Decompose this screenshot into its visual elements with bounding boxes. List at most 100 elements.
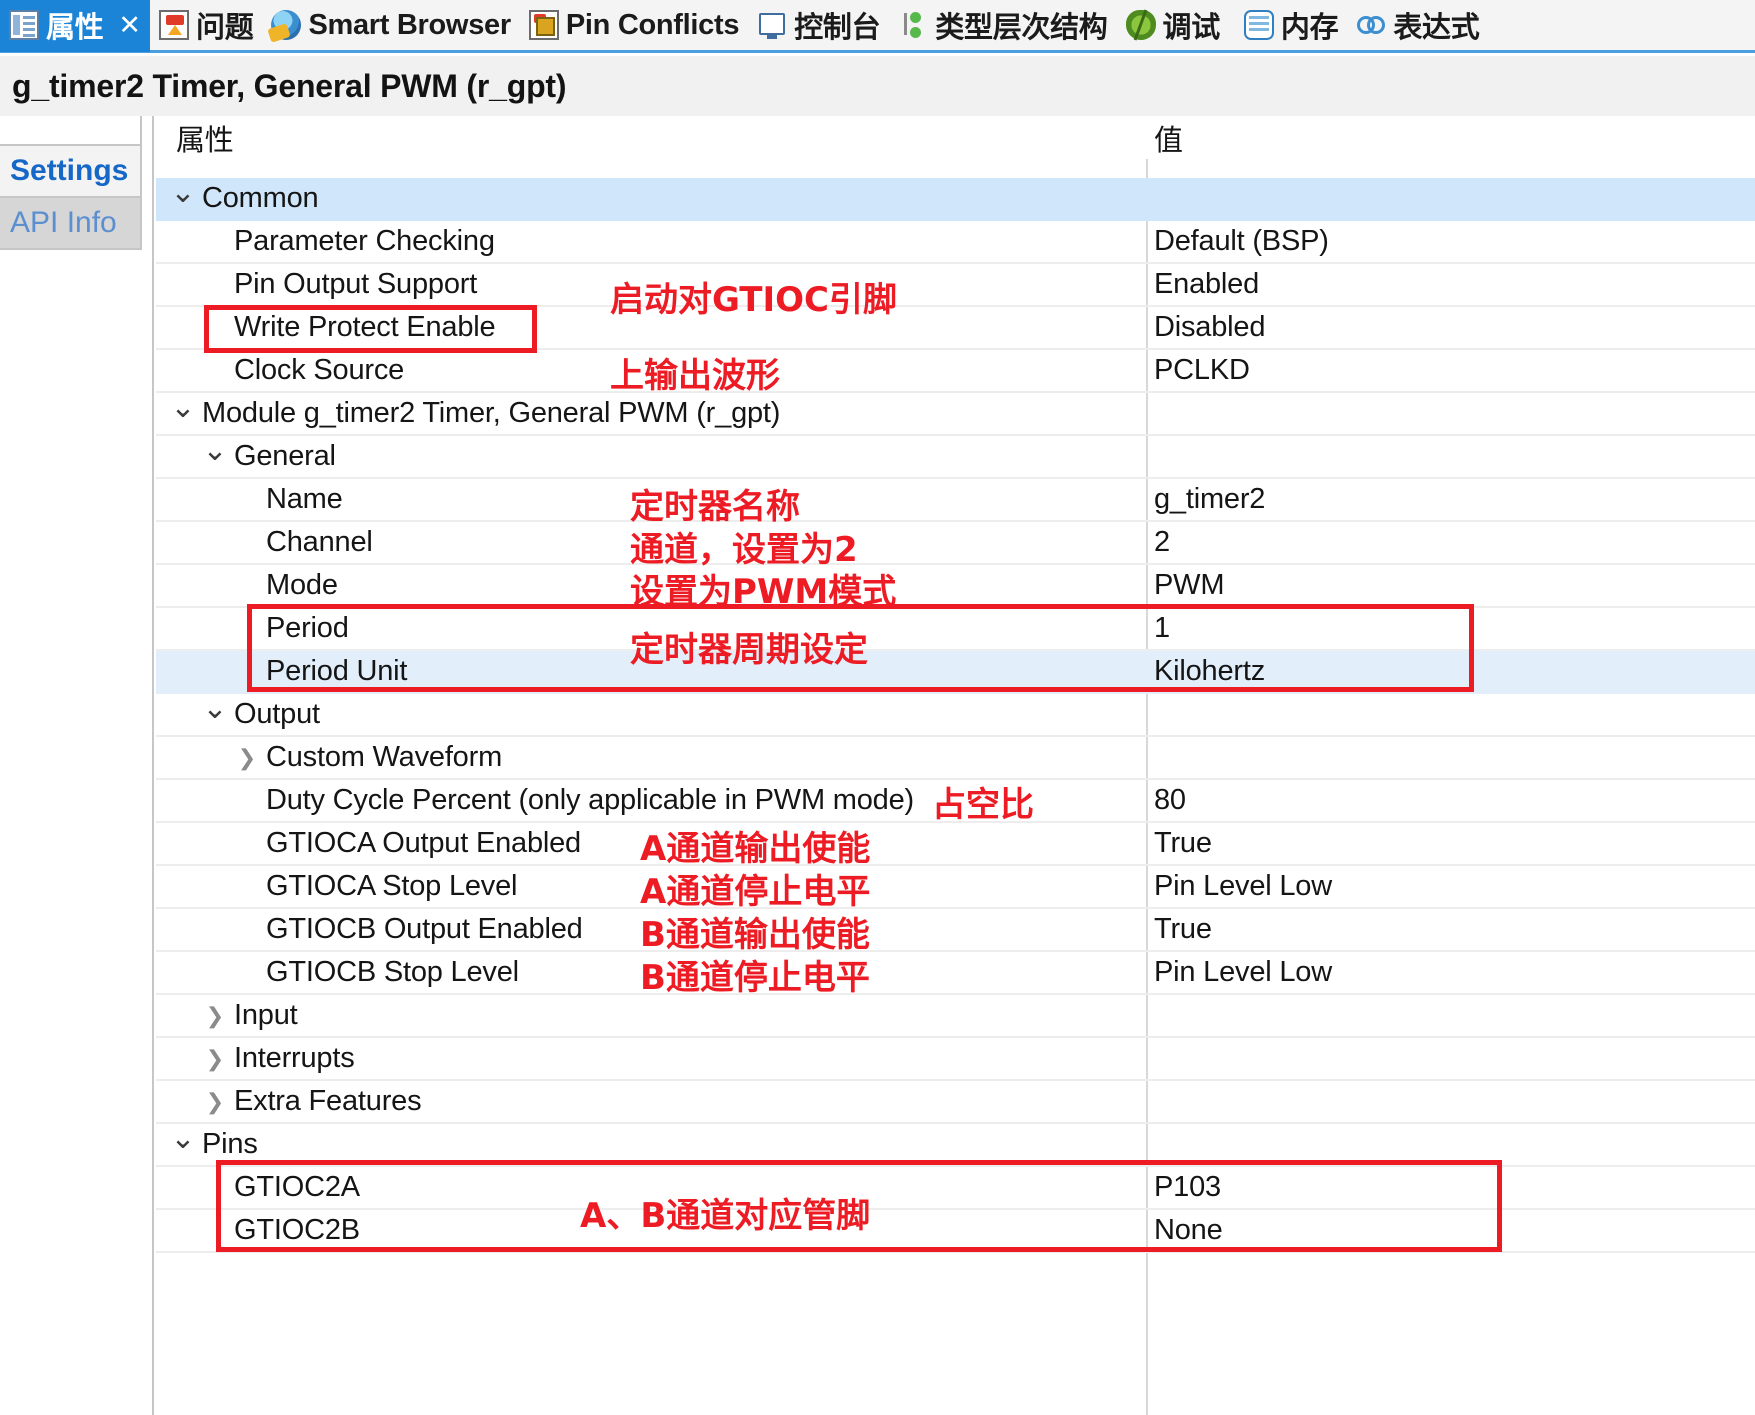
table-row[interactable]: GTIOC2A P103 [156,1167,1755,1210]
value-cell[interactable] [1154,436,1754,477]
annotation-text: 占空比 [932,785,1034,825]
view-tab-bar: 属性 ✕ 问题 Smart Browser Pin Conflicts 控制台 类型层次结构… [0,0,1755,53]
table-row[interactable]: ❯ Extra Features [156,1081,1755,1124]
table-row[interactable]: GTIOCB Stop Level Pin Level Low [156,952,1755,995]
value-cell[interactable]: Disabled [1154,307,1754,348]
property-value: PCLKD [1154,354,1250,386]
sidebar-item-api-info[interactable]: API Info [0,198,142,250]
value-cell[interactable] [1154,1038,1754,1079]
chevron-right-icon[interactable]: ❯ [202,1046,228,1072]
value-cell[interactable]: P103 [1154,1167,1754,1208]
table-row[interactable]: ❯ Input [156,995,1755,1038]
table-row[interactable]: GTIOCA Stop Level Pin Level Low [156,866,1755,909]
table-row[interactable]: Pin Output Support Enabled [156,264,1755,307]
value-cell[interactable]: g_timer2 [1154,479,1754,520]
property-value: Pin Level Low [1154,956,1332,988]
table-row[interactable]: Mode PWM [156,565,1755,608]
tab-smart-browser[interactable]: Smart Browser [262,0,519,52]
property-cell[interactable]: ❯ Custom Waveform [156,737,1146,778]
value-cell[interactable]: 1 [1154,608,1754,649]
property-value: Disabled [1154,311,1266,343]
value-cell[interactable]: Kilohertz [1154,651,1754,692]
table-row[interactable]: Parameter Checking Default (BSP) [156,221,1755,264]
debug-icon [1125,10,1156,40]
table-row[interactable]: Write Protect Enable Disabled [156,307,1755,350]
table-row[interactable]: GTIOCB Output Enabled True [156,909,1755,952]
property-label: GTIOCB Stop Level [266,956,519,988]
property-cell[interactable]: ⌄ Module g_timer2 Timer, General PWM (r_g… [156,393,1146,434]
tab-pin-conflicts[interactable]: Pin Conflicts [520,0,748,52]
chevron-down-icon[interactable]: ⌄ [202,694,228,724]
value-cell[interactable] [1154,178,1754,219]
chevron-right-icon[interactable]: ❯ [202,1089,228,1115]
chevron-down-icon[interactable]: ⌄ [170,393,196,423]
table-row[interactable]: Period Unit Kilohertz [156,651,1755,694]
property-cell[interactable]: ❯ Extra Features [156,1081,1146,1122]
tab-memory[interactable]: 内存 [1229,0,1347,52]
table-row[interactable]: ❯ Custom Waveform [156,737,1755,780]
table-row[interactable]: ⌄ Module g_timer2 Timer, General PWM (r_g… [156,393,1755,436]
value-cell[interactable]: True [1154,909,1754,950]
value-cell[interactable] [1154,737,1754,778]
property-cell[interactable]: ❯ Interrupts [156,1038,1146,1079]
value-cell[interactable] [1154,393,1754,434]
tab-expressions[interactable]: 表达式 [1347,0,1488,52]
value-cell[interactable]: PWM [1154,565,1754,606]
value-cell[interactable]: None [1154,1210,1754,1251]
table-row[interactable]: Clock Source PCLKD [156,350,1755,393]
value-cell[interactable] [1154,694,1754,735]
property-cell[interactable]: ⌄ General [156,436,1146,477]
value-cell[interactable]: True [1154,823,1754,864]
property-label: Custom Waveform [266,741,503,773]
table-row[interactable]: ⌄ Output [156,694,1755,737]
tab-type-hierarchy[interactable]: 类型层次结构 [889,0,1116,52]
annotation-text: B通道输出使能 [640,915,870,955]
table-row[interactable]: Period 1 [156,608,1755,651]
property-label: Period [266,612,349,644]
chevron-down-icon[interactable]: ⌄ [170,1124,196,1154]
value-cell[interactable] [1154,995,1754,1036]
annotation-text: B通道停止电平 [640,958,870,998]
table-row[interactable]: GTIOC2B None [156,1210,1755,1253]
tab-debug[interactable]: 调试 [1117,0,1229,52]
table-row[interactable]: ❯ Interrupts [156,1038,1755,1081]
tab-console[interactable]: 控制台 [748,0,889,52]
column-header-value: 值 [1154,124,1183,157]
value-cell[interactable] [1154,1081,1754,1122]
tab-properties[interactable]: 属性 ✕ [0,0,151,52]
problems-icon [159,10,190,40]
value-cell[interactable]: Pin Level Low [1154,866,1754,907]
value-cell[interactable]: Default (BSP) [1154,221,1754,262]
property-cell[interactable]: ⌄ Output [156,694,1146,735]
value-cell[interactable]: PCLKD [1154,350,1754,391]
sidebar-tabs: Settings API Info [0,116,154,1415]
value-cell[interactable]: Pin Level Low [1154,952,1754,993]
property-cell[interactable]: Parameter Checking [156,221,1146,262]
chevron-right-icon[interactable]: ❯ [234,745,260,771]
value-cell[interactable]: 2 [1154,522,1754,563]
chevron-down-icon[interactable]: ⌄ [202,436,228,466]
property-value: 2 [1154,526,1170,558]
value-cell[interactable]: 80 [1154,780,1754,821]
sidebar-item-label: API Info [10,206,117,239]
table-row[interactable]: ⌄ Common [156,178,1755,221]
table-row[interactable]: ⌄ General [156,436,1755,479]
value-cell[interactable] [1154,1124,1754,1165]
table-row[interactable]: Name g_timer2 [156,479,1755,522]
table-row[interactable]: GTIOCA Output Enabled True [156,823,1755,866]
property-cell[interactable]: ❯ Input [156,995,1146,1036]
close-icon[interactable]: ✕ [118,11,141,39]
sidebar-item-settings[interactable]: Settings [0,146,142,198]
property-cell[interactable]: ⌄ Common [156,178,1146,219]
properties-table: 属性 值 ⌄ Common Parameter Checking Default (B… [156,116,1755,1415]
value-cell[interactable]: Enabled [1154,264,1754,305]
tab-label: 属性 [46,12,104,44]
chevron-down-icon[interactable]: ⌄ [170,178,196,208]
tab-problems[interactable]: 问题 [150,0,262,52]
table-row[interactable]: Channel 2 [156,522,1755,565]
sidebar-spacer [0,116,142,146]
chevron-right-icon[interactable]: ❯ [202,1003,228,1029]
property-cell[interactable]: ⌄ Pins [156,1124,1146,1165]
property-label: Extra Features [234,1085,422,1117]
table-row[interactable]: ⌄ Pins [156,1124,1755,1167]
